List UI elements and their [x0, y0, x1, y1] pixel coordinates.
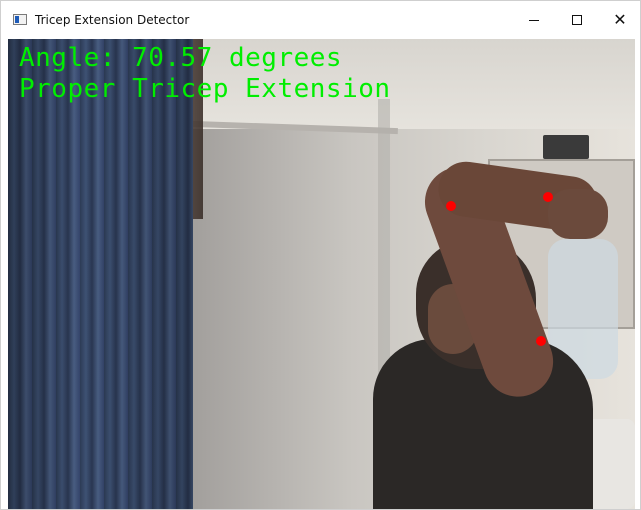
window-title: Tricep Extension Detector	[35, 13, 190, 27]
close-icon: ✕	[613, 10, 627, 29]
curtain-shade	[8, 39, 193, 509]
app-window: Tricep Extension Detector ✕ Angle: 70.57…	[0, 0, 641, 510]
app-window-icon	[13, 14, 27, 25]
keypoint-elbow	[446, 201, 456, 211]
angle-readout: Angle: 70.57 degrees	[19, 43, 343, 73]
maximize-button[interactable]	[554, 1, 600, 39]
minimize-button[interactable]	[511, 1, 557, 39]
close-button[interactable]: ✕	[597, 1, 641, 39]
person-hand	[548, 189, 608, 239]
form-status-text: Proper Tricep Extension	[19, 74, 391, 104]
keypoint-wrist	[543, 192, 553, 202]
maximize-icon	[572, 15, 582, 25]
camera-feed: Angle: 70.57 degrees Proper Tricep Exten…	[8, 39, 635, 509]
laptop	[543, 135, 589, 159]
keypoint-shoulder	[536, 336, 546, 346]
title-bar[interactable]: Tricep Extension Detector ✕	[1, 1, 640, 39]
minimize-icon	[529, 19, 539, 21]
